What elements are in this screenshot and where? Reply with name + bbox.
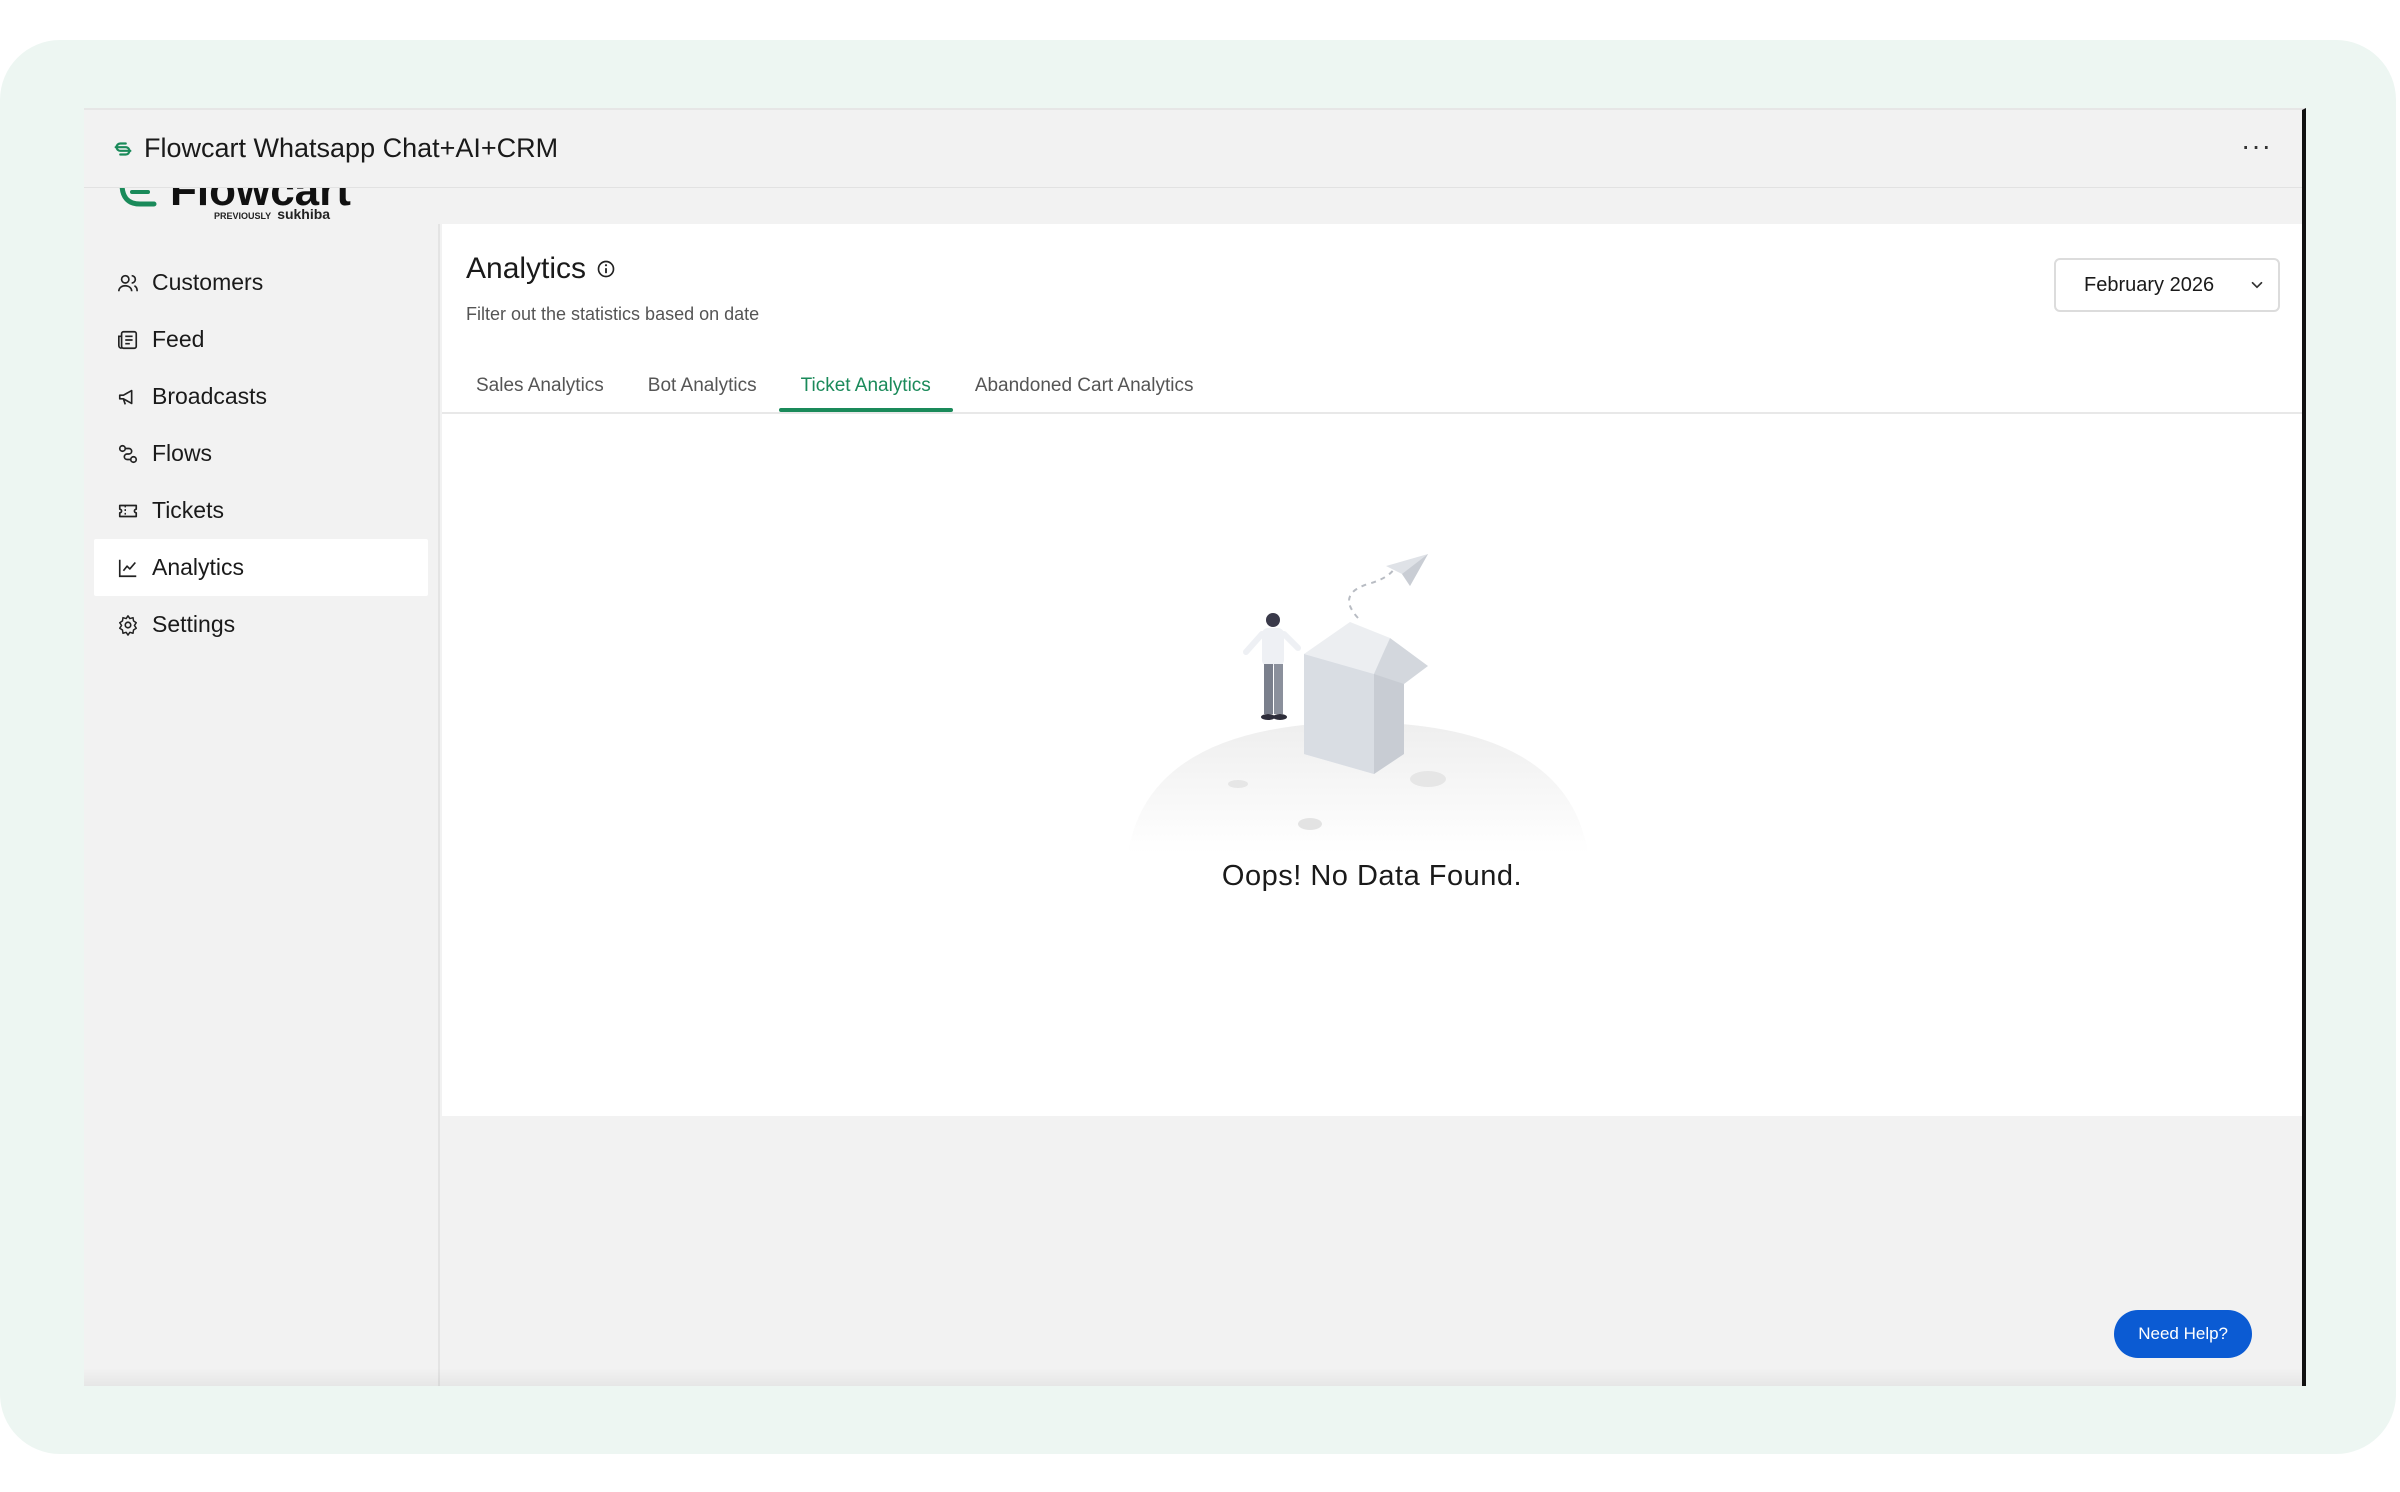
need-help-button[interactable]: Need Help? [2114, 1310, 2252, 1358]
sidebar-item-label: Flows [152, 440, 213, 466]
sidebar-item-label: Analytics [152, 554, 245, 580]
flow-icon [116, 442, 140, 466]
date-filter-value: February 2026 [2084, 273, 2215, 296]
window-title: Flowcart Whatsapp Chat+AI+CRM [144, 133, 559, 163]
sidebar-item-broadcasts[interactable]: Broadcasts [94, 368, 428, 425]
page-title: Analytics [466, 252, 616, 286]
analytics-panel: Analytics Filter out the statistics base… [442, 224, 2302, 1116]
page-subtitle: Filter out the statistics based on date [466, 304, 760, 324]
sidebar-item-flows[interactable]: Flows [94, 425, 428, 482]
sidebar-item-analytics[interactable]: Analytics [94, 539, 428, 596]
brand-logo: Flowcart PREVIOUSLY sukhiba [84, 188, 2302, 224]
window-bottom-shadow [84, 1368, 2302, 1386]
tab-abandoned-cart-analytics[interactable]: Abandoned Cart Analytics [953, 360, 1216, 412]
sidebar-item-customers[interactable]: Customers [94, 254, 428, 311]
sidebar-item-label: Settings [152, 611, 236, 637]
logo-mark-icon [119, 188, 157, 207]
megaphone-icon [116, 385, 140, 409]
sidebar-item-label: Tickets [152, 497, 224, 523]
app-link-icon [112, 138, 134, 160]
sidebar-item-tickets[interactable]: Tickets [94, 482, 428, 539]
sidebar: Customers Feed Broadcasts Flows Tickets … [84, 224, 440, 1386]
sidebar-item-label: Customers [152, 269, 264, 295]
chart-line-icon [116, 556, 140, 580]
sidebar-nav: Customers Feed Broadcasts Flows Tickets … [94, 254, 428, 653]
users-icon [116, 271, 140, 295]
tabs-divider [442, 412, 2302, 414]
tab-ticket-analytics[interactable]: Ticket Analytics [778, 360, 954, 412]
title-bar: Flowcart Whatsapp Chat+AI+CRM ··· [84, 110, 2302, 188]
date-filter-select[interactable]: February 2026 [2054, 258, 2280, 312]
logo-previously: PREVIOUSLY sukhiba [214, 206, 331, 222]
info-icon[interactable] [596, 259, 616, 279]
app-window: Flowcart Whatsapp Chat+AI+CRM ··· Flowca… [84, 108, 2306, 1386]
gear-icon [116, 613, 140, 637]
sidebar-item-feed[interactable]: Feed [94, 311, 428, 368]
tab-bot-analytics[interactable]: Bot Analytics [626, 360, 779, 412]
empty-state-illustration [1128, 554, 1588, 854]
sidebar-item-label: Broadcasts [152, 383, 268, 409]
sidebar-item-settings[interactable]: Settings [94, 596, 428, 653]
chevron-down-icon [2248, 276, 2266, 300]
sidebar-item-label: Feed [152, 326, 205, 352]
ticket-icon [116, 499, 140, 523]
tab-sales-analytics[interactable]: Sales Analytics [454, 360, 626, 412]
ellipsis-icon[interactable]: ··· [2241, 132, 2272, 160]
analytics-tabs: Sales Analytics Bot Analytics Ticket Ana… [454, 360, 1215, 412]
empty-state-message: Oops! No Data Found. [1221, 860, 1523, 892]
newspaper-icon [116, 328, 140, 352]
